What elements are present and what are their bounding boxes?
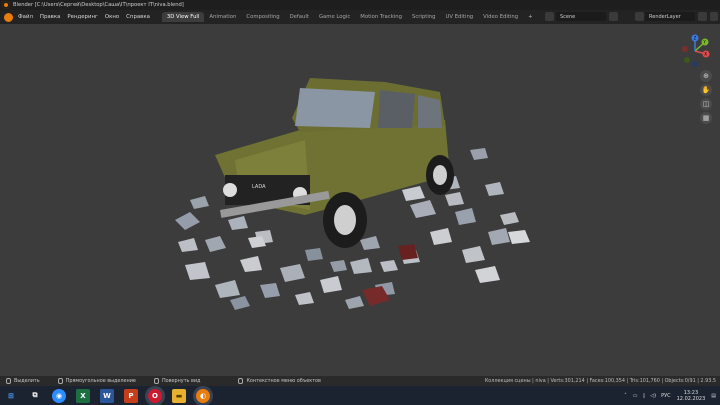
status-hint-rotate: Повернуть вид xyxy=(153,378,200,384)
window-titlebar: Blender [C:\Users\Сергей\Desktop\Саша\IT… xyxy=(0,0,720,10)
navigation-gizmo[interactable]: X Y Z xyxy=(678,34,712,68)
view-layer-remove-icon[interactable] xyxy=(710,12,718,21)
pan-hand-icon[interactable]: ✋ xyxy=(700,84,712,96)
gizmo-x-label: X xyxy=(704,52,707,57)
system-tray: ˄ ▭ ▯ ◁) РУС 13:23 12.02.2023 ▤ xyxy=(624,386,720,405)
blender-menu-icon[interactable] xyxy=(4,12,13,22)
status-hint-context-menu: Контекстное меню объектов xyxy=(238,378,321,384)
tab-video-editing[interactable]: Video Editing xyxy=(478,12,523,22)
menu-help[interactable]: Справка xyxy=(126,14,150,20)
3d-viewport[interactable]: LADA X Y Z ⊕ ✋ ◫ ▦ xyxy=(0,24,720,376)
task-view-icon[interactable]: ⧉ xyxy=(28,388,42,403)
language-indicator[interactable]: РУС xyxy=(661,393,671,399)
tab-motion-tracking[interactable]: Motion Tracking xyxy=(355,12,407,22)
zoom-icon[interactable]: ⊕ xyxy=(700,70,712,82)
tab-uv-editing[interactable]: UV Editing xyxy=(441,12,479,22)
zoom-app-icon[interactable]: ◉ xyxy=(52,388,66,403)
blender-logo-icon xyxy=(2,1,10,9)
clock[interactable]: 13:23 12.02.2023 xyxy=(677,390,706,402)
scene-render: LADA xyxy=(175,78,530,310)
tab-default[interactable]: Default xyxy=(285,12,314,22)
mouse-middle-icon xyxy=(153,378,159,384)
notifications-icon[interactable]: ▤ xyxy=(711,393,716,399)
excel-icon[interactable]: X xyxy=(76,388,90,403)
menu-edit[interactable]: Правка xyxy=(40,14,61,20)
battery-icon[interactable]: ▯ xyxy=(643,393,646,399)
network-icon[interactable]: ▭ xyxy=(633,393,638,399)
scene-selector[interactable]: Scene xyxy=(556,12,606,21)
status-hint-select: Выделить xyxy=(6,378,40,384)
clock-date: 12.02.2023 xyxy=(676,395,706,402)
powerpoint-icon[interactable]: P xyxy=(124,388,138,403)
menu-window[interactable]: Окно xyxy=(105,14,119,20)
view-layer-copy-icon[interactable] xyxy=(698,12,707,21)
gizmo-y-label: Y xyxy=(702,40,706,45)
scene-statistics: Коллекция сцены | niva | Verts:301,214 |… xyxy=(484,378,716,384)
tab-compositing[interactable]: Compositing xyxy=(241,12,284,22)
tab-3d-view-full[interactable]: 3D View Full xyxy=(161,12,205,22)
perspective-toggle-icon[interactable]: ▦ xyxy=(700,112,712,124)
status-bar: Выделить Прямоугольное выделение Поверну… xyxy=(0,376,720,386)
scene-copy-icon[interactable] xyxy=(609,12,618,21)
mouse-drag-icon xyxy=(57,378,63,384)
view-layer-selector[interactable]: RenderLayer xyxy=(645,12,695,21)
car-badge: LADA xyxy=(252,184,266,190)
volume-icon[interactable]: ◁) xyxy=(650,393,656,399)
mouse-left-icon xyxy=(6,378,11,384)
menu-file[interactable]: Файл xyxy=(18,14,33,20)
windows-start-icon[interactable]: ⊞ xyxy=(4,388,18,403)
tab-scripting[interactable]: Scripting xyxy=(407,12,441,22)
word-icon[interactable]: W xyxy=(100,388,114,403)
tab-animation[interactable]: Animation xyxy=(204,12,241,22)
scene-icon[interactable] xyxy=(545,12,554,21)
tray-chevron-icon[interactable]: ˄ xyxy=(624,393,627,399)
top-bar: Файл Правка Рендеринг Окно Справка 3D Vi… xyxy=(0,10,720,24)
file-explorer-icon[interactable]: ▬ xyxy=(172,388,186,403)
tab-game-logic[interactable]: Game Logic xyxy=(314,12,355,22)
status-hint-box-select: Прямоугольное выделение xyxy=(57,378,136,384)
view-layer-icon[interactable] xyxy=(635,12,644,21)
mouse-right-icon xyxy=(238,378,244,384)
main-menu: Файл Правка Рендеринг Окно Справка xyxy=(18,14,150,20)
gizmo-z-label: Z xyxy=(694,36,697,41)
camera-view-icon[interactable]: ◫ xyxy=(700,98,712,110)
workspace-tabs: 3D View Full Animation Compositing Defau… xyxy=(161,12,538,22)
opera-icon[interactable]: O xyxy=(148,388,162,403)
car-model: LADA xyxy=(215,78,454,248)
window-title: Blender [C:\Users\Сергей\Desktop\Саша\IT… xyxy=(13,2,184,8)
menu-render[interactable]: Рендеринг xyxy=(67,14,97,20)
add-workspace-button[interactable]: + xyxy=(523,12,537,22)
blender-taskbar-icon[interactable]: ◐ xyxy=(196,388,210,403)
windows-taskbar: ⊞ ⧉ ◉ X W P O ▬ ◐ ˄ ▭ ▯ ◁) РУС 13:23 12.… xyxy=(0,386,720,405)
